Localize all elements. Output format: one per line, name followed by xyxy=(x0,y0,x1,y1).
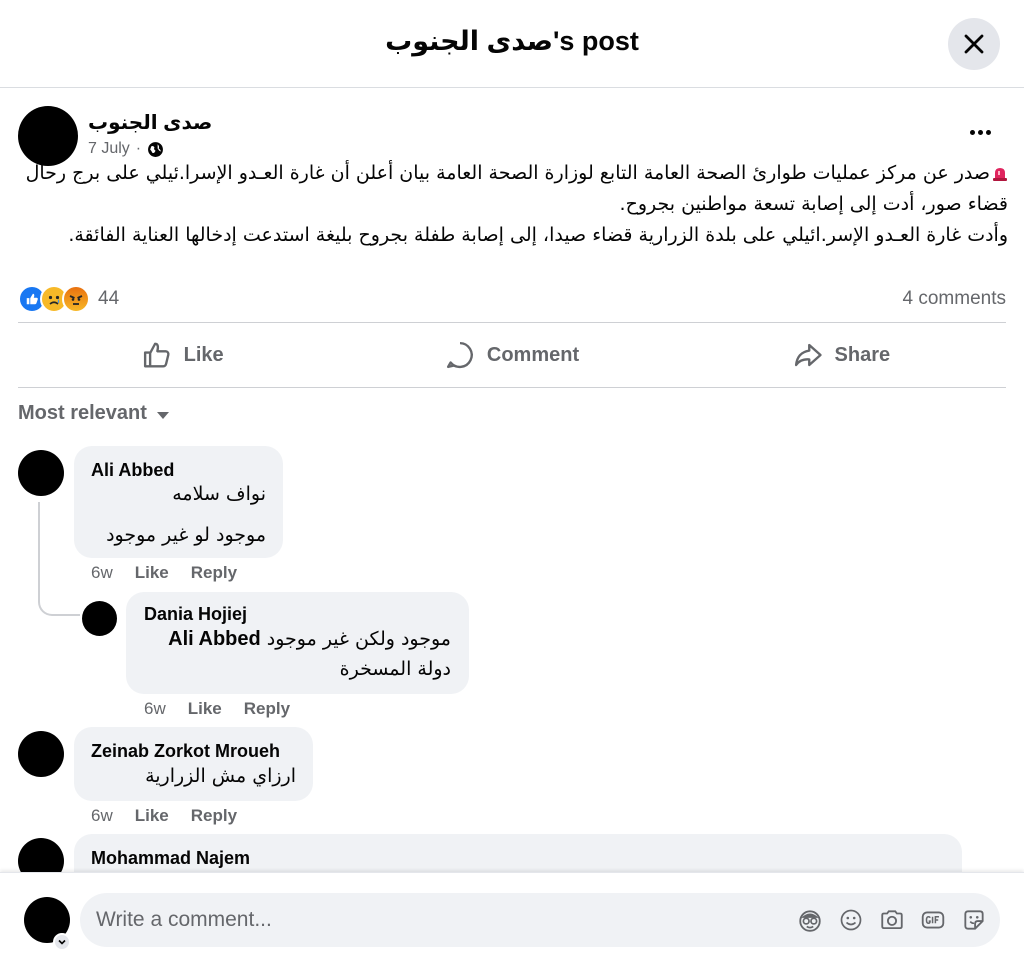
comment-actions: 6w Like Reply xyxy=(91,563,237,583)
like-label: Like xyxy=(183,343,224,366)
comment-composer-bar xyxy=(0,872,1024,973)
comment-actions: 6w Like Reply xyxy=(91,806,237,826)
comment-text-line: نواف سلامه xyxy=(172,483,266,505)
post-paragraph-1: صدر عن مركز عمليات طوارئ الصحة العامة ال… xyxy=(20,158,1008,220)
post-body: صدر عن مركز عمليات طوارئ الصحة العامة ال… xyxy=(20,158,1008,251)
more-options-button[interactable] xyxy=(964,118,996,146)
siren-icon xyxy=(993,168,1007,181)
comment-like-button[interactable]: Like xyxy=(135,563,169,583)
close-button[interactable] xyxy=(948,18,1000,70)
avatar-sticker-button[interactable] xyxy=(796,906,824,934)
sticker-button[interactable] xyxy=(960,906,988,934)
comment-time[interactable]: 6w xyxy=(91,563,113,583)
share-button[interactable]: Share xyxy=(677,323,1006,387)
comment-time[interactable]: 6w xyxy=(144,699,166,719)
comment-actions: 6w Like Reply xyxy=(144,699,290,719)
comment-sort-dropdown[interactable]: Most relevant xyxy=(18,402,169,425)
sticker-icon xyxy=(964,910,984,930)
page-avatar[interactable] xyxy=(18,106,78,166)
reaction-summary[interactable]: 44 xyxy=(18,284,119,314)
close-icon xyxy=(964,34,984,54)
comment-author[interactable]: Mohammad Najem xyxy=(91,848,250,869)
post-action-bar: Like Comment Share xyxy=(18,322,1006,388)
comment-author[interactable]: Zeinab Zorkot Mroueh xyxy=(91,741,280,762)
more-dot xyxy=(969,129,975,135)
comment-reply-button[interactable]: Reply xyxy=(191,563,237,583)
comment-bubble: Dania Hojiej موجود ولكن غير موجود Ali Ab… xyxy=(126,592,469,694)
comment-text: موجود ولكن غير موجود xyxy=(266,628,451,650)
emoji-icon xyxy=(840,909,862,931)
sort-label: Most relevant xyxy=(18,402,147,424)
comment-author[interactable]: Dania Hojiej xyxy=(144,604,247,625)
globe-icon xyxy=(148,141,164,157)
comment-label: Comment xyxy=(486,343,580,366)
comment-icon xyxy=(446,341,473,369)
more-dot xyxy=(985,129,991,135)
share-icon xyxy=(794,343,822,367)
commenter-avatar[interactable] xyxy=(18,450,64,496)
like-button[interactable]: Like xyxy=(18,323,347,387)
share-label: Share xyxy=(834,343,891,366)
post-date[interactable]: 7 July xyxy=(88,140,130,158)
comment-time[interactable]: 6w xyxy=(91,806,113,826)
comment-bubble: Ali Abbed نواف سلامه موجود لو غير موجود xyxy=(74,446,283,558)
comment-input-container xyxy=(80,893,1000,947)
avatar-sticker-icon xyxy=(799,910,821,932)
comment-text-line: موجود ولكن غير موجود Ali Abbed xyxy=(168,628,451,651)
comment-input[interactable] xyxy=(96,893,776,947)
mention-link[interactable]: Ali Abbed xyxy=(168,628,261,650)
photo-button[interactable] xyxy=(878,906,906,934)
comment-author[interactable]: Ali Abbed xyxy=(91,460,174,481)
camera-icon xyxy=(881,910,903,930)
gif-button[interactable] xyxy=(919,906,947,934)
comment-button[interactable]: Comment xyxy=(347,323,676,387)
comment-reply-button[interactable]: Reply xyxy=(244,699,290,719)
chevron-down-icon[interactable] xyxy=(53,933,71,951)
post-meta: 7 July · xyxy=(88,140,164,158)
thumbs-up-icon xyxy=(143,342,170,368)
comment-like-button[interactable]: Like xyxy=(135,806,169,826)
post-header: صدى الجنوب 7 July · xyxy=(18,106,1008,166)
comment-reply-button[interactable]: Reply xyxy=(191,806,237,826)
comment-text-line: دولة المسخرة xyxy=(339,658,451,680)
angry-icon xyxy=(62,285,90,313)
dialog-title: صدى الجنوب's post xyxy=(385,26,639,56)
post-paragraph-2: وأدت غارة العـدو الإسر.ائيلي على بلدة ال… xyxy=(68,224,1008,246)
commenter-avatar[interactable] xyxy=(18,731,64,777)
emoji-button[interactable] xyxy=(837,906,865,934)
post-text-1: صدر عن مركز عمليات طوارئ الصحة العامة ال… xyxy=(25,162,1008,215)
commenter-avatar[interactable] xyxy=(82,601,117,636)
comment-like-button[interactable]: Like xyxy=(188,699,222,719)
comment-text-line: موجود لو غير موجود xyxy=(106,524,266,546)
comment-text-line: ارزاي مش الزرارية xyxy=(145,765,296,787)
dialog-header: صدى الجنوب's post xyxy=(0,0,1024,88)
more-dot xyxy=(977,129,983,135)
gif-icon xyxy=(921,911,945,929)
caret-down-icon xyxy=(156,411,169,419)
page-name[interactable]: صدى الجنوب xyxy=(88,110,212,135)
comments-count[interactable]: 4 comments xyxy=(903,288,1006,310)
meta-separator: · xyxy=(135,140,142,157)
comment-bubble: Zeinab Zorkot Mroueh ارزاي مش الزرارية xyxy=(74,727,313,801)
reaction-count: 44 xyxy=(98,288,120,309)
